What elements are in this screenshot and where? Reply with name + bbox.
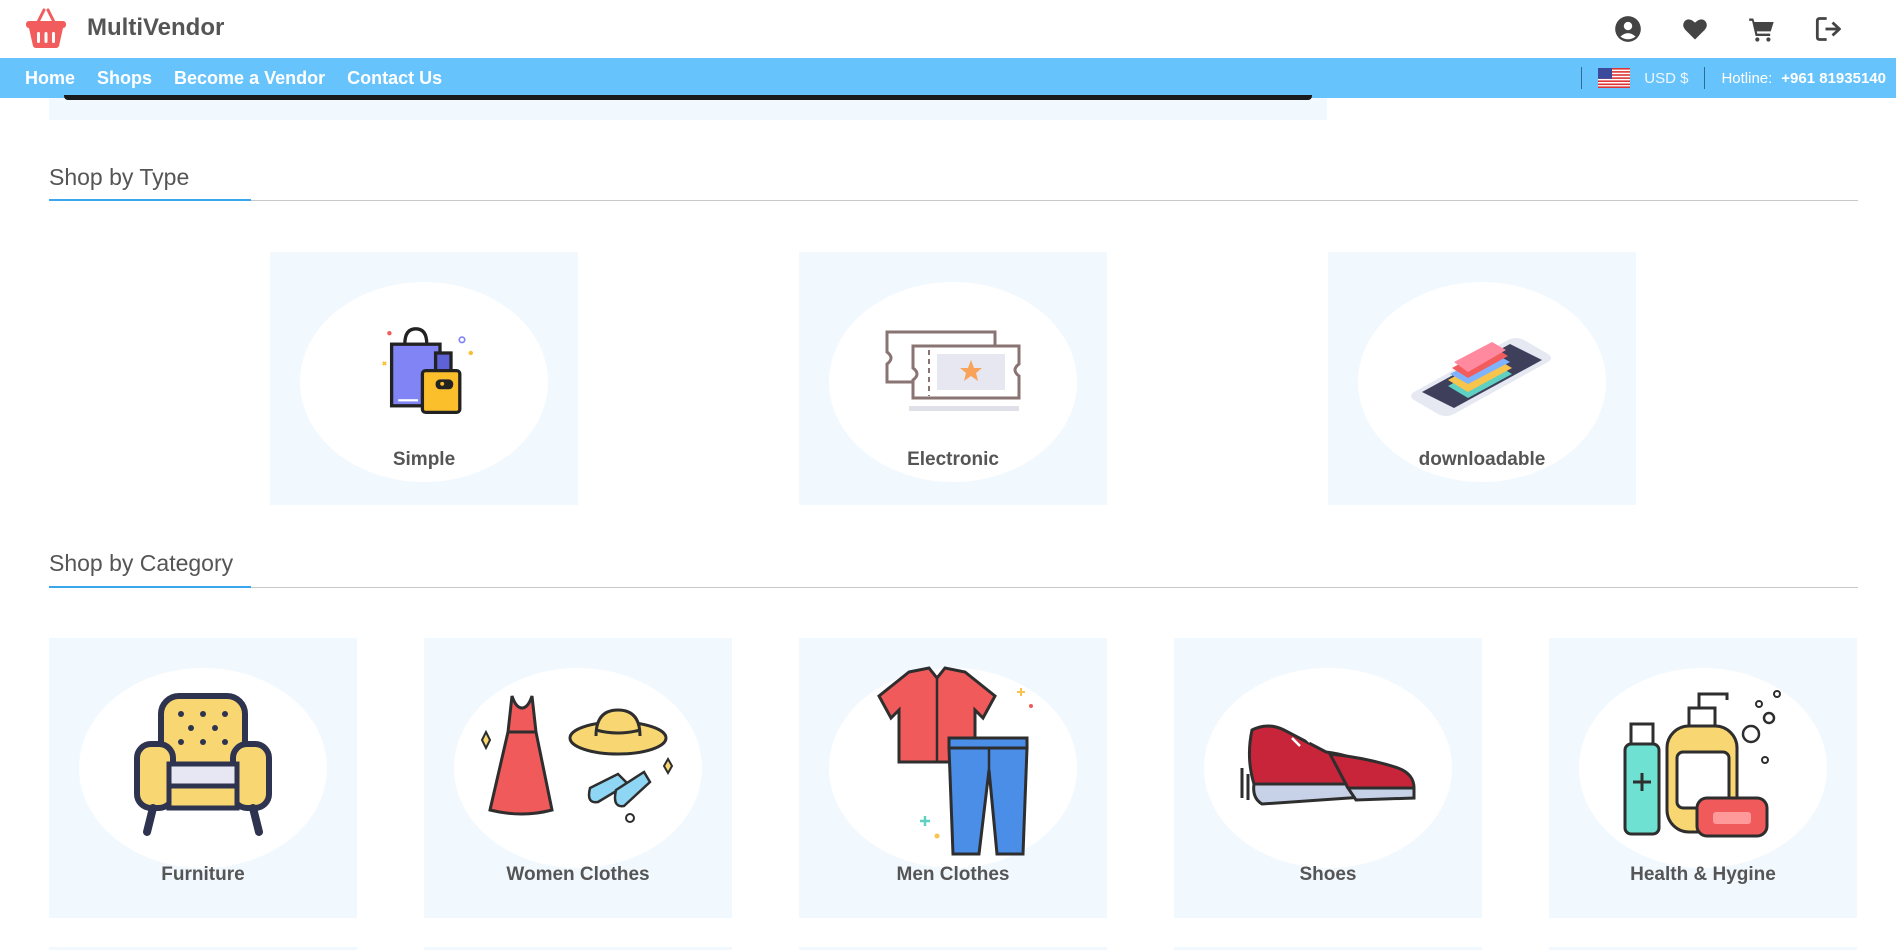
section-accent — [49, 199, 251, 201]
nav-contact-us[interactable]: Contact Us — [336, 68, 453, 89]
category-card-furniture[interactable]: Furniture — [49, 638, 357, 918]
type-card-simple[interactable]: Simple — [270, 252, 578, 505]
card-label: Women Clothes — [506, 864, 650, 885]
brand-name[interactable]: MultiVendor — [87, 14, 224, 42]
logout-icon[interactable] — [1795, 12, 1862, 46]
armchair-icon — [134, 693, 272, 836]
category-card-women-clothes[interactable]: Women Clothes — [424, 638, 732, 918]
cart-icon[interactable] — [1728, 12, 1795, 46]
sneakers-icon — [1240, 724, 1416, 806]
type-card-electronic[interactable]: Electronic — [799, 252, 1107, 505]
shirt-pants-icon — [877, 666, 1033, 856]
nav-divider — [1581, 67, 1583, 89]
tickets-icon — [885, 330, 1021, 411]
wishlist-icon[interactable] — [1661, 12, 1728, 46]
nav-home[interactable]: Home — [14, 68, 86, 89]
dress-hat-icon — [480, 695, 674, 823]
card-label: Men Clothes — [896, 864, 1010, 885]
hotline-number[interactable]: +961 81935140 — [1781, 70, 1886, 87]
category-card-men-clothes[interactable]: Men Clothes — [799, 638, 1107, 918]
card-label: downloadable — [1418, 449, 1546, 470]
basket-logo-icon[interactable] — [24, 6, 68, 50]
banner-bottom-edge — [64, 95, 1312, 100]
shopping-bags-icon — [382, 327, 473, 415]
account-icon[interactable] — [1594, 12, 1661, 46]
banner-slider — [49, 98, 1327, 120]
nav-links: Home Shops Become a Vendor Contact Us — [14, 58, 453, 98]
currency-selector[interactable]: USD $ — [1644, 70, 1688, 87]
main-navbar: Home Shops Become a Vendor Contact Us US… — [0, 58, 1896, 98]
soap-bottles-icon — [1623, 690, 1781, 838]
nav-right: USD $ Hotline: +961 81935140 — [1565, 58, 1886, 98]
hotline-label: Hotline: — [1721, 69, 1773, 87]
header-icons — [1594, 12, 1862, 46]
category-card-shoes[interactable]: Shoes — [1174, 638, 1482, 918]
section-accent — [49, 586, 251, 588]
top-header: MultiVendor — [0, 0, 1896, 58]
nav-become-vendor[interactable]: Become a Vendor — [163, 68, 336, 89]
section-divider — [49, 587, 1858, 588]
section-title-category: Shop by Category — [49, 550, 234, 576]
nav-divider — [1704, 67, 1706, 89]
section-divider — [49, 200, 1858, 201]
card-label: Health & Hygine — [1630, 864, 1776, 885]
card-label: Shoes — [1299, 864, 1357, 885]
category-card-health-hygine[interactable]: Health & Hygine — [1549, 638, 1857, 918]
type-card-downloadable[interactable]: downloadable — [1328, 252, 1636, 505]
card-label: Simple — [392, 449, 456, 470]
section-title-type: Shop by Type — [49, 164, 190, 190]
nav-shops[interactable]: Shops — [86, 68, 163, 89]
card-label: Electronic — [907, 449, 999, 470]
phone-books-icon — [1411, 338, 1551, 416]
us-flag-icon[interactable] — [1598, 68, 1631, 88]
card-label: Furniture — [161, 864, 245, 885]
